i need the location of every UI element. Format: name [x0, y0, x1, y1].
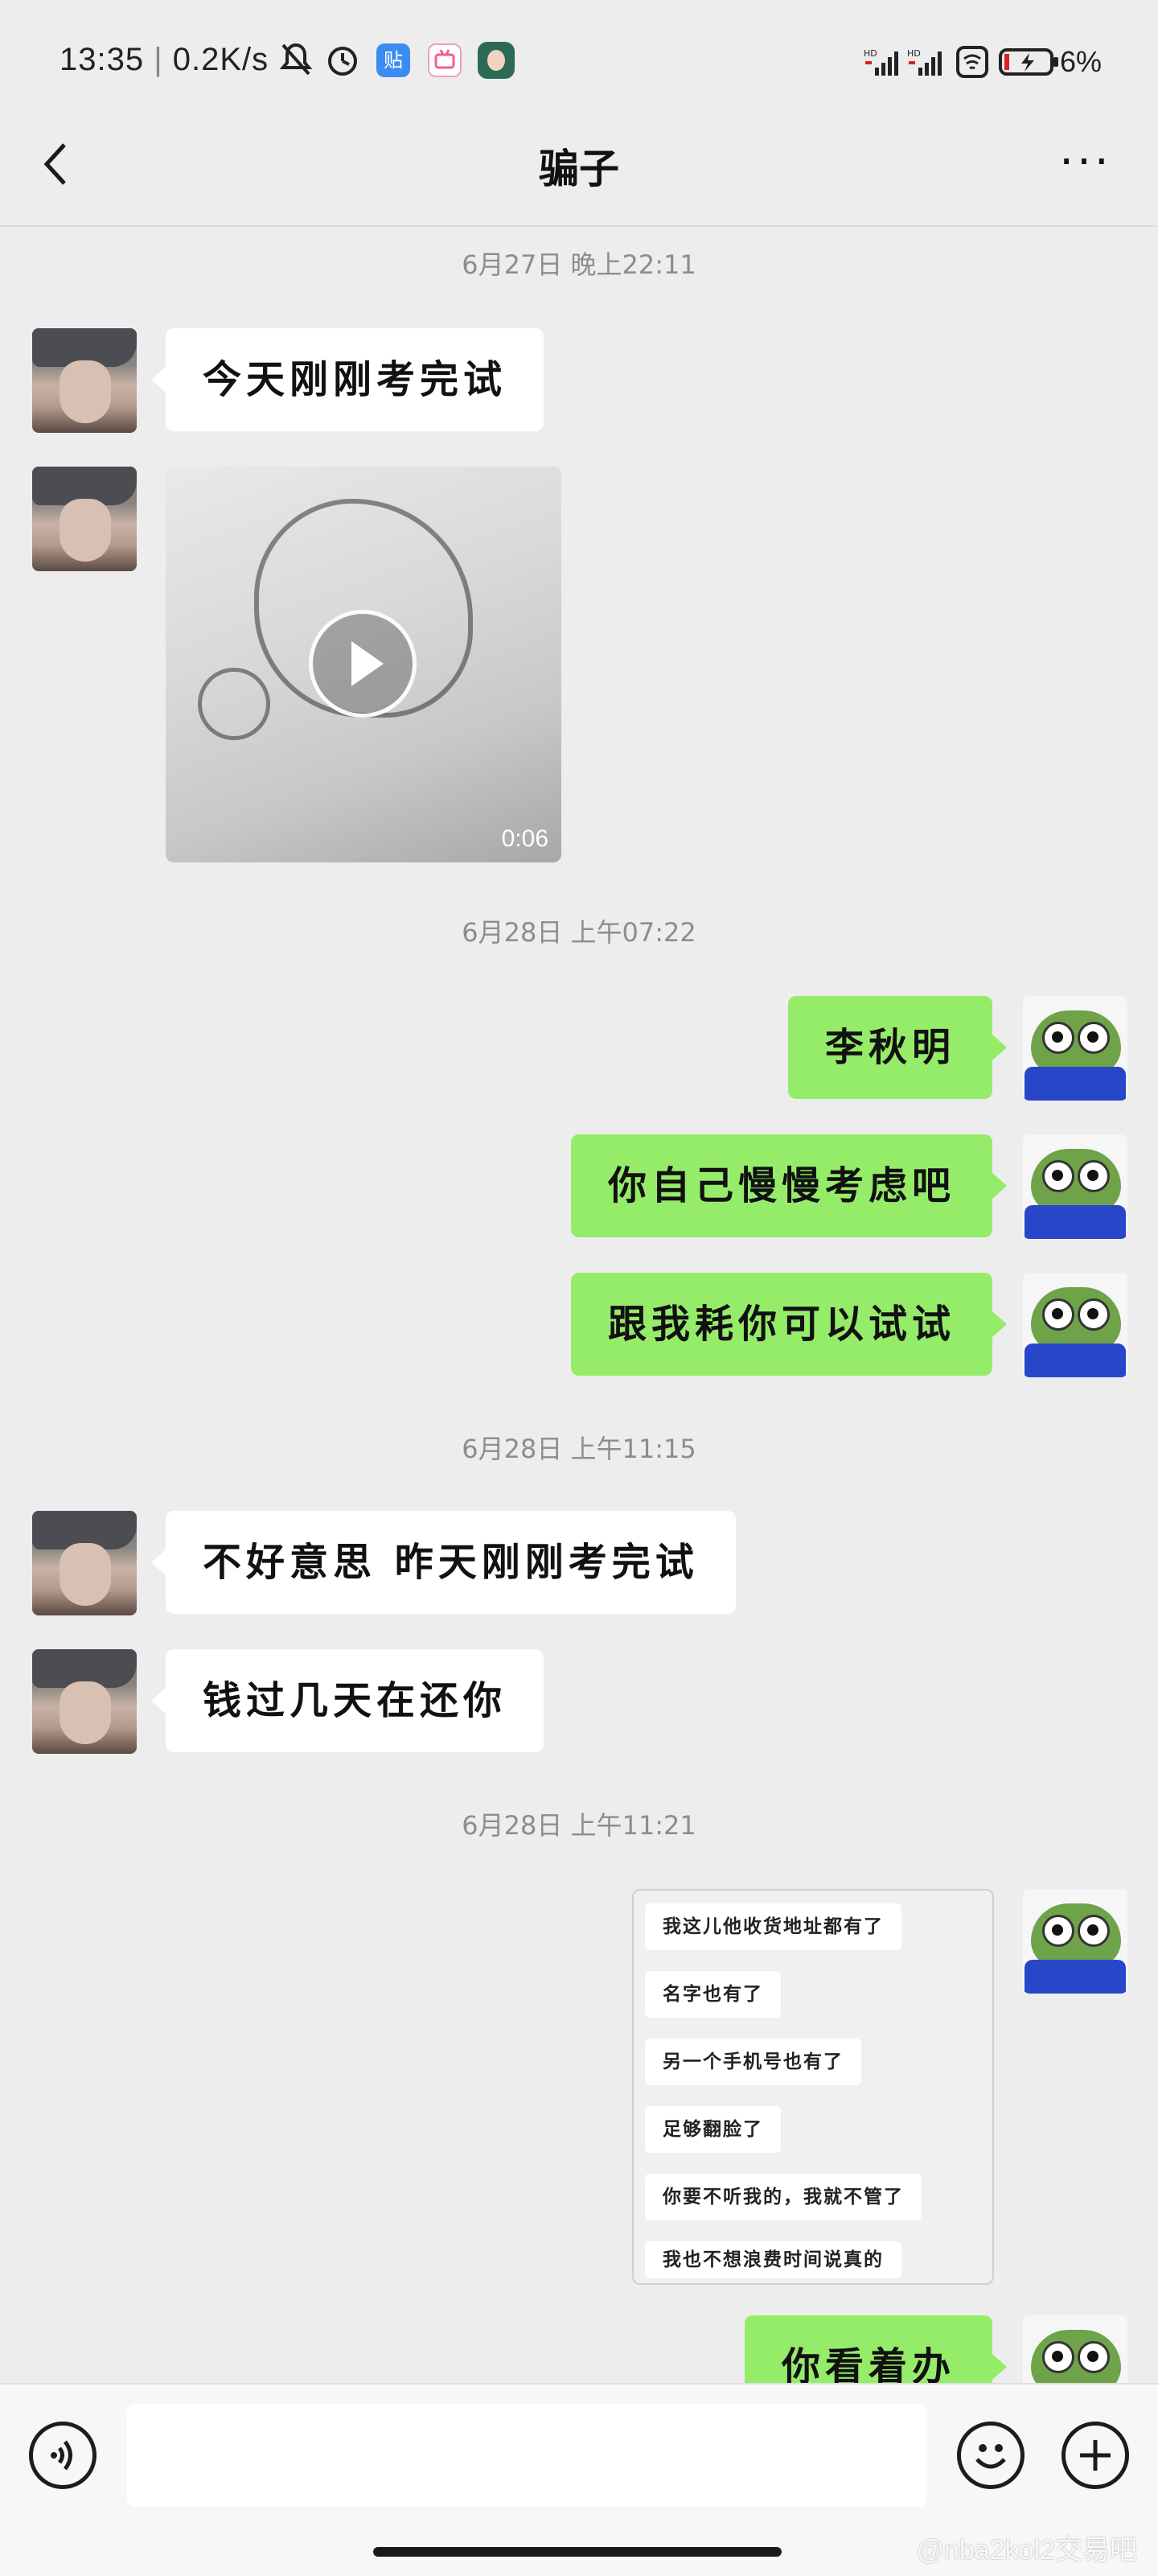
timestamp: 6月27日 晚上22:11: [462, 249, 696, 280]
alarm-icon: [325, 42, 360, 77]
contact-avatar[interactable]: [32, 1511, 137, 1615]
status-speed: 0.2K/s: [172, 42, 269, 77]
screenshot-line: 你要不听我的，我就不管了: [645, 2174, 922, 2220]
screenshot-line: 我也不想浪费时间说真的: [645, 2241, 901, 2278]
play-icon[interactable]: [309, 610, 417, 718]
video-duration: 0:06: [501, 825, 548, 852]
wifi-icon: [955, 45, 989, 79]
voice-input-button[interactable]: [29, 2422, 96, 2489]
message-received[interactable]: 不好意思 昨天刚刚考完试: [151, 1511, 736, 1614]
my-avatar[interactable]: [1023, 1273, 1127, 1377]
signal-hd-1-icon: HD: [864, 47, 901, 79]
my-avatar[interactable]: [1023, 1134, 1127, 1239]
add-button[interactable]: [1062, 2422, 1129, 2489]
status-time: 13:35: [60, 42, 145, 77]
contact-avatar[interactable]: [32, 467, 137, 571]
message-sent[interactable]: 跟我耗你可以试试: [570, 1273, 1008, 1376]
bilibili-app-icon: [428, 43, 462, 77]
tieba-app-icon: 贴: [376, 43, 410, 77]
plus-icon: [1080, 2440, 1111, 2471]
image-message[interactable]: 我这儿他收货地址都有了 名字也有了 另一个手机号也有了 足够翻脸了 你要不听我的…: [632, 1889, 994, 2285]
more-icon: ···: [1059, 136, 1112, 188]
emoji-button[interactable]: [957, 2422, 1025, 2489]
contact-avatar[interactable]: [32, 328, 137, 433]
signal-hd-2-icon: HD: [907, 47, 944, 79]
voice-icon: [51, 2440, 72, 2471]
status-bar: 13:35 | 0.2K/s 贴 HD HD 6%: [0, 0, 1158, 113]
mute-icon: [279, 42, 313, 77]
svg-text:HD: HD: [864, 48, 877, 59]
message-input[interactable]: [127, 2404, 926, 2507]
my-avatar[interactable]: [1023, 996, 1127, 1101]
chat-title: 骗子: [539, 145, 619, 192]
message-received[interactable]: 钱过几天在还你: [150, 1649, 544, 1752]
battery-icon: [999, 47, 1060, 77]
watermark: @nba2kol2交易吧: [916, 2535, 1137, 2566]
video-message[interactable]: 0:06: [166, 467, 561, 862]
screenshot-line: 名字也有了: [645, 1971, 781, 2018]
message-sent[interactable]: 李秋明: [787, 996, 1008, 1099]
home-indicator[interactable]: [373, 2547, 782, 2557]
status-time-speed: 13:35 | 0.2K/s: [60, 42, 269, 77]
screenshot-line: 另一个手机号也有了: [645, 2039, 861, 2085]
timestamp: 6月28日 上午07:22: [462, 917, 696, 948]
message-sent[interactable]: 你自己慢慢考虑吧: [570, 1134, 1008, 1237]
screenshot-line: 足够翻脸了: [645, 2106, 781, 2153]
message-received[interactable]: 今天刚刚考完试: [150, 328, 544, 431]
emoji-icon: [975, 2444, 1006, 2469]
svg-text:HD: HD: [907, 48, 921, 59]
battery-percent: 6%: [1060, 45, 1103, 78]
timestamp: 6月28日 上午11:21: [462, 1810, 696, 1841]
screenshot-line: 我这儿他收货地址都有了: [645, 1903, 901, 1950]
my-avatar[interactable]: [1023, 1889, 1127, 1994]
more-options-button[interactable]: ···: [1053, 138, 1118, 187]
avatar-app-icon: [478, 42, 515, 79]
contact-avatar[interactable]: [32, 1649, 137, 1754]
timestamp: 6月28日 上午11:15: [462, 1434, 696, 1464]
